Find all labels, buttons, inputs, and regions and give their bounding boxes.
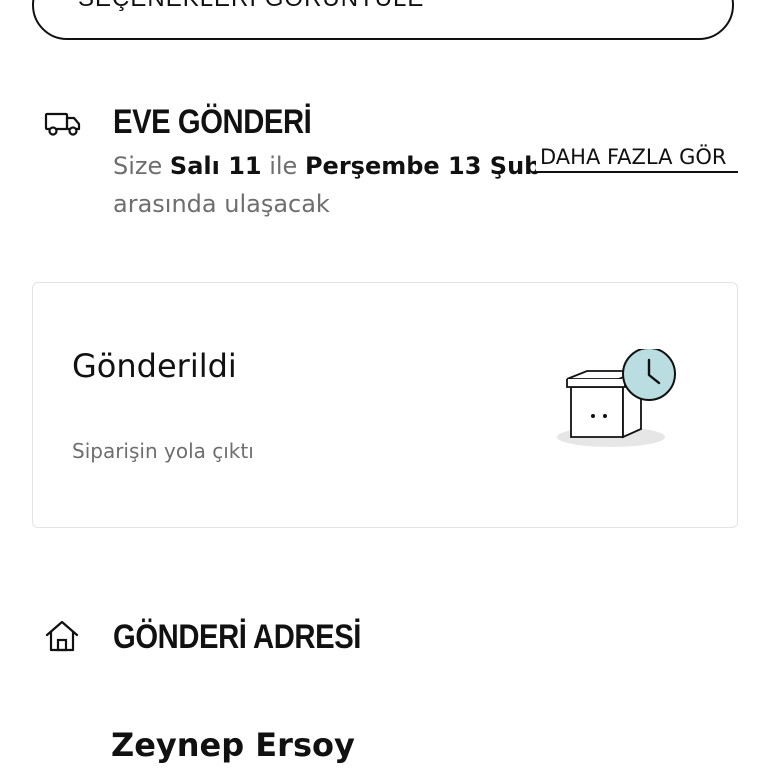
delivery-start-date: Salı 11: [169, 152, 262, 180]
recipient-name: Zeynep Ersoy: [111, 726, 355, 764]
delivery-window-suffix: arasında ulaşacak: [113, 190, 330, 218]
delivery-window-text: Size Salı 11 ile Perşembe 13 Şub: [113, 152, 542, 180]
see-more-link[interactable]: DAHA FAZLA GÖR: [536, 145, 738, 173]
home-delivery-title: EVE GÖNDERİ: [113, 103, 312, 141]
delivery-end-date: Perşembe 13 Şub: [304, 152, 542, 180]
truck-icon: [44, 112, 81, 136]
home-icon: [45, 620, 79, 652]
shipment-status-card: Gönderildi Siparişin yola çıktı: [32, 282, 738, 528]
status-subtitle: Siparişin yola çıktı: [72, 439, 254, 463]
view-options-button[interactable]: SEÇENEKLERİ GÖRÜNTÜLE: [32, 0, 734, 40]
order-detail-page: SEÇENEKLERİ GÖRÜNTÜLE EVE GÖNDERİ Size S…: [0, 0, 768, 768]
view-options-label: SEÇENEKLERİ GÖRÜNTÜLE: [78, 0, 424, 13]
shipping-address-title: GÖNDERİ ADRESİ: [113, 618, 361, 656]
status-title: Gönderildi: [72, 347, 237, 385]
box-clock-icon: [557, 349, 676, 447]
